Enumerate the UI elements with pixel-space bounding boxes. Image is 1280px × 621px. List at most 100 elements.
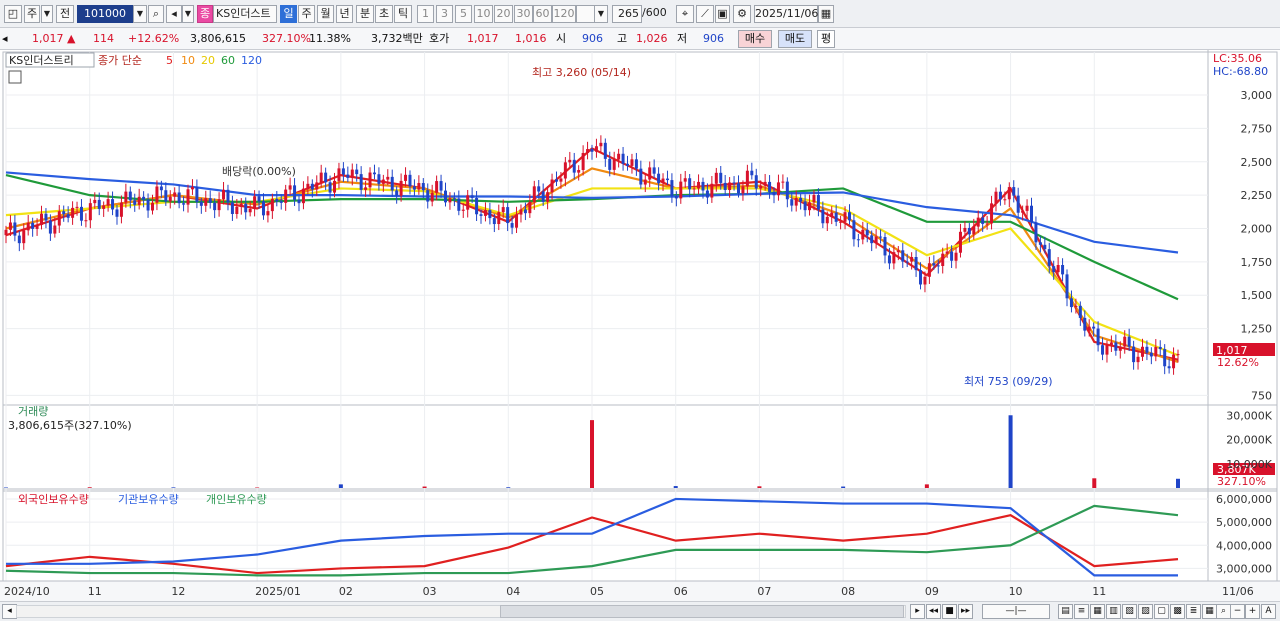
grid-small-icon[interactable]: ▦ <box>1202 604 1217 619</box>
list-icon[interactable]: ≡ <box>1074 604 1089 619</box>
table-icon[interactable] <box>8 70 22 84</box>
candle-body <box>1127 336 1131 347</box>
scroll-left-icon[interactable]: ◂ <box>2 604 17 619</box>
zoom-slider[interactable]: —|— <box>982 604 1050 619</box>
candle-body <box>93 199 97 204</box>
candle-body <box>950 251 954 261</box>
date-input[interactable]: 2025/11/06 <box>754 5 818 23</box>
layout-icon[interactable]: ▧ <box>1122 604 1137 619</box>
scroll-thumb[interactable] <box>500 605 904 618</box>
gear-icon[interactable]: ⚙ <box>733 5 751 23</box>
candle-body <box>821 209 825 224</box>
search-icon[interactable]: ⌕ <box>148 5 164 23</box>
y-tick-label: 3,000 <box>1241 89 1273 102</box>
zoom-icon[interactable]: ⌕ <box>1216 604 1231 619</box>
minute-1[interactable]: 1 <box>417 5 434 23</box>
buy-button[interactable]: 매수 <box>738 30 772 48</box>
candle-body <box>26 222 30 231</box>
crosshair-icon[interactable]: ⌖ <box>676 5 694 23</box>
measure-icon[interactable]: ≣ <box>1186 604 1201 619</box>
candle-body <box>608 158 612 170</box>
zoom-out-icon[interactable]: − <box>1230 604 1245 619</box>
grid-icon[interactable]: ▦ <box>1090 604 1105 619</box>
minute-60[interactable]: 60 <box>533 5 552 23</box>
candle-body <box>412 186 416 190</box>
period-month[interactable]: 월 <box>317 5 334 23</box>
candle-body <box>772 191 776 196</box>
candle-body <box>847 212 851 221</box>
bid-label: 호가 <box>429 32 450 45</box>
period-day[interactable]: 일 <box>280 5 297 23</box>
candle-body <box>958 231 962 253</box>
all-toggle[interactable]: 전 <box>56 5 74 23</box>
rewind-icon[interactable]: ◂◂ <box>926 604 941 619</box>
candle-body <box>759 185 763 189</box>
candle-body <box>1092 326 1096 329</box>
draw-line-icon[interactable]: ⟋ <box>696 5 714 23</box>
sell-button[interactable]: 매도 <box>778 30 812 48</box>
candle-body <box>901 250 905 262</box>
minute-20[interactable]: 20 <box>494 5 513 23</box>
calendar-icon[interactable]: ▦ <box>818 5 834 23</box>
eval-button[interactable]: 평 <box>817 30 835 48</box>
candle-body <box>177 192 181 204</box>
candle-body <box>301 188 305 204</box>
candle-body <box>586 149 590 153</box>
candle-body <box>617 153 621 160</box>
minute-30[interactable]: 30 <box>514 5 533 23</box>
candle-body <box>17 235 21 244</box>
font-size-icon[interactable]: A <box>1261 604 1276 619</box>
period-second[interactable]: 초 <box>375 5 393 23</box>
x-tick-label: 05 <box>590 585 604 598</box>
market-type-select[interactable]: 주 <box>24 5 40 23</box>
candle-body <box>310 183 314 190</box>
panel-icon[interactable]: ▥ <box>1106 604 1121 619</box>
period-week[interactable]: 주 <box>298 5 315 23</box>
candle-body <box>781 181 785 183</box>
window-icon[interactable]: ◰ <box>4 5 22 23</box>
chart-canvas[interactable]: KS인더스트리 종가 단순 5 10 20 60 120 최고 3,260 (0… <box>0 50 1280 601</box>
stock-label: KS인더스트리 <box>9 54 74 67</box>
candle-body <box>115 209 119 217</box>
count-input[interactable]: 265 <box>612 5 642 23</box>
candle-body <box>164 190 168 202</box>
candle-body <box>444 190 447 203</box>
speaker-icon[interactable]: ◂ <box>166 5 182 23</box>
play-icon[interactable]: ▸▸ <box>958 604 973 619</box>
candle-body <box>763 181 767 186</box>
up-arrow-icon: ▲ <box>67 32 76 45</box>
save-icon[interactable]: ▣ <box>715 5 730 23</box>
candle-body <box>239 203 243 207</box>
zoom-in-icon[interactable]: + <box>1245 604 1260 619</box>
stop-icon[interactable]: ■ <box>942 604 957 619</box>
minute-10[interactable]: 10 <box>474 5 493 23</box>
chevron-down-icon[interactable]: ▼ <box>133 5 147 23</box>
candle-body <box>510 223 514 228</box>
stock-code-input[interactable]: 101000 <box>77 5 133 23</box>
minute-5[interactable]: 5 <box>455 5 472 23</box>
candle-body <box>643 179 647 185</box>
period-tick[interactable]: 틱 <box>394 5 412 23</box>
window-icon[interactable]: ▢ <box>1154 604 1169 619</box>
candle-body <box>257 196 261 202</box>
chevron-down-icon[interactable]: ▼ <box>182 5 194 23</box>
candle-body <box>737 183 740 194</box>
minute-3[interactable]: 3 <box>436 5 453 23</box>
candle-body <box>372 172 376 175</box>
candle-body <box>1149 352 1153 357</box>
volume-bar <box>422 486 427 488</box>
bars-icon[interactable]: ▩ <box>1170 604 1185 619</box>
period-minute[interactable]: 분 <box>356 5 374 23</box>
split-icon[interactable]: ▨ <box>1138 604 1153 619</box>
y-tick-label: 2,250 <box>1241 189 1273 202</box>
candle-body <box>1163 349 1167 367</box>
x-tick-label: 06 <box>674 585 688 598</box>
scroll-right-icon[interactable]: ▸ <box>910 604 925 619</box>
candle-body <box>270 198 274 212</box>
chevron-down-icon[interactable]: ▼ <box>41 5 53 23</box>
period-year[interactable]: 년 <box>336 5 353 23</box>
volume-bar <box>87 487 92 488</box>
chevron-down-icon[interactable]: ▼ <box>594 5 608 23</box>
minute-120[interactable]: 120 <box>552 5 576 23</box>
chart-icon[interactable]: ▤ <box>1058 604 1073 619</box>
